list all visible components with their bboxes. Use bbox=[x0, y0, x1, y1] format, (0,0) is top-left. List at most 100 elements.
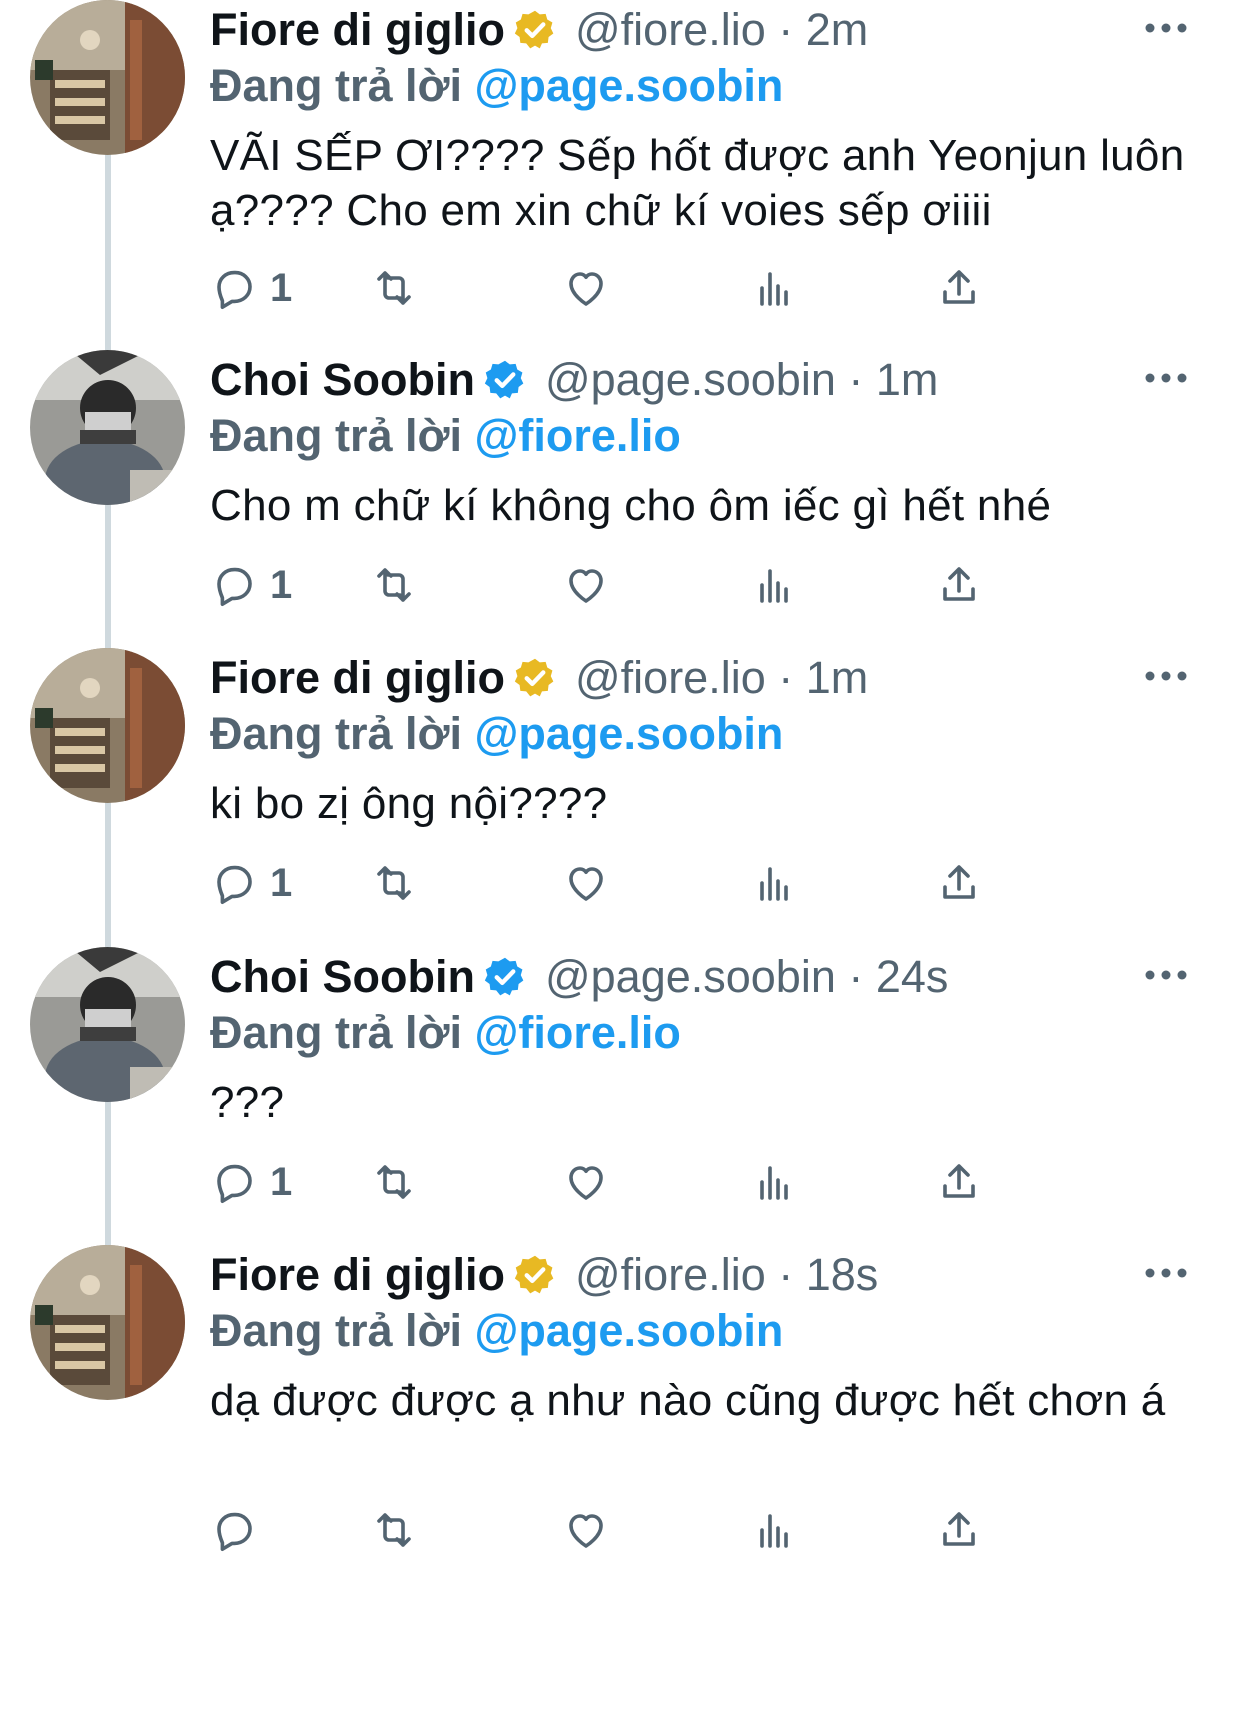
reply-button[interactable] bbox=[210, 1500, 270, 1560]
retweet-button[interactable] bbox=[370, 555, 418, 615]
more-dots-icon[interactable] bbox=[1142, 957, 1190, 993]
avatar-fiore[interactable] bbox=[30, 1245, 185, 1400]
dot-separator: · bbox=[835, 354, 876, 405]
like-button[interactable] bbox=[562, 1500, 610, 1560]
retweet-button[interactable] bbox=[370, 853, 418, 913]
display-name[interactable]: Fiore di giglio bbox=[210, 4, 505, 56]
timestamp[interactable]: 1m bbox=[876, 354, 939, 406]
avatar-soobin[interactable] bbox=[30, 350, 185, 505]
thread-line bbox=[105, 797, 111, 947]
retweet-button[interactable] bbox=[370, 258, 418, 318]
verified-blue-badge-icon bbox=[483, 358, 527, 402]
retweet-icon bbox=[377, 1513, 411, 1547]
replying-to: Đang trả lời @page.soobin bbox=[210, 60, 783, 116]
replying-to: Đang trả lời @page.soobin bbox=[210, 708, 783, 764]
retweet-icon bbox=[377, 866, 411, 900]
views-button[interactable] bbox=[750, 1500, 798, 1560]
display-name[interactable]: Choi Soobin bbox=[210, 354, 475, 406]
avatar-image bbox=[30, 1245, 185, 1400]
timestamp[interactable]: 1m bbox=[806, 652, 869, 704]
tweet-text: Cho m chữ kí không cho ôm iếc gì hết nhé bbox=[210, 481, 1052, 530]
handle[interactable]: @page.soobin bbox=[545, 951, 836, 1003]
bar-chart-icon bbox=[760, 1514, 788, 1548]
share-button[interactable] bbox=[935, 258, 983, 318]
avatar-image bbox=[30, 648, 185, 803]
tweet-text: ??? bbox=[210, 1078, 285, 1127]
heart-icon bbox=[569, 1514, 603, 1548]
views-button[interactable] bbox=[750, 853, 798, 913]
tweet-header: Choi Soobin @page.soobin · 24s bbox=[210, 949, 948, 1005]
handle[interactable]: @page.soobin bbox=[545, 354, 836, 406]
bar-chart-icon bbox=[760, 272, 788, 306]
display-name[interactable]: Fiore di giglio bbox=[210, 1249, 505, 1301]
share-icon bbox=[943, 1512, 975, 1546]
more-dots-icon[interactable] bbox=[1142, 10, 1190, 46]
more-dots-icon[interactable] bbox=[1142, 1255, 1190, 1291]
replying-to-label: Đang trả lời bbox=[210, 1305, 475, 1356]
speech-bubble-icon bbox=[217, 1512, 252, 1551]
timestamp[interactable]: 18s bbox=[806, 1249, 879, 1301]
retweet-button[interactable] bbox=[370, 1152, 418, 1212]
more-dots-icon[interactable] bbox=[1142, 658, 1190, 694]
like-button[interactable] bbox=[562, 555, 610, 615]
replying-to: Đang trả lời @fiore.lio bbox=[210, 1007, 681, 1063]
like-button[interactable] bbox=[562, 1152, 610, 1212]
reply-mention-link[interactable]: @fiore.lio bbox=[475, 1007, 681, 1058]
handle[interactable]: @fiore.lio bbox=[575, 1249, 766, 1301]
like-button[interactable] bbox=[562, 258, 610, 318]
speech-bubble-icon bbox=[217, 270, 252, 309]
action-bar: 1 bbox=[210, 555, 1110, 615]
views-button[interactable] bbox=[750, 258, 798, 318]
retweet-button[interactable] bbox=[370, 1500, 418, 1560]
reply-mention-link[interactable]: @page.soobin bbox=[475, 708, 784, 759]
handle[interactable]: @fiore.lio bbox=[575, 4, 766, 56]
views-button[interactable] bbox=[750, 1152, 798, 1212]
heart-icon bbox=[569, 1166, 603, 1200]
tweet-header: Fiore di giglio @fiore.lio · 18s bbox=[210, 1247, 878, 1303]
avatar-fiore[interactable] bbox=[30, 0, 185, 155]
more-dots-icon[interactable] bbox=[1142, 360, 1190, 396]
bar-chart-icon bbox=[760, 867, 788, 901]
thread-line bbox=[105, 500, 111, 650]
handle[interactable]: @fiore.lio bbox=[575, 652, 766, 704]
reply-button[interactable]: 1 bbox=[210, 555, 292, 615]
reply-count: 1 bbox=[270, 860, 293, 905]
timestamp[interactable]: 2m bbox=[806, 4, 869, 56]
share-button[interactable] bbox=[935, 555, 983, 615]
reply-button[interactable]: 1 bbox=[210, 853, 292, 913]
avatar-fiore[interactable] bbox=[30, 648, 185, 803]
share-button[interactable] bbox=[935, 853, 983, 913]
retweet-icon bbox=[377, 568, 411, 602]
display-name[interactable]: Choi Soobin bbox=[210, 951, 475, 1003]
reply-mention-link[interactable]: @fiore.lio bbox=[475, 410, 681, 461]
tweet-header: Fiore di giglio @fiore.lio · 2m bbox=[210, 2, 868, 58]
dot-separator: · bbox=[765, 1249, 806, 1300]
thread-line bbox=[105, 1095, 111, 1245]
speech-bubble-icon bbox=[217, 865, 252, 904]
reply-mention-link[interactable]: @page.soobin bbox=[475, 1305, 784, 1356]
share-button[interactable] bbox=[935, 1152, 983, 1212]
reply-count: 1 bbox=[270, 562, 293, 607]
heart-icon bbox=[569, 569, 603, 603]
bar-chart-icon bbox=[760, 569, 788, 603]
reply-button[interactable]: 1 bbox=[210, 258, 292, 318]
like-button[interactable] bbox=[562, 853, 610, 913]
thread-line bbox=[105, 150, 111, 350]
replying-to-label: Đang trả lời bbox=[210, 708, 475, 759]
avatar-soobin[interactable] bbox=[30, 947, 185, 1102]
verified-gold-badge-icon bbox=[513, 1253, 557, 1297]
action-bar: 1 bbox=[210, 1152, 1110, 1212]
reply-count: 1 bbox=[270, 265, 293, 310]
replying-to-label: Đang trả lời bbox=[210, 60, 475, 111]
reply-mention-link[interactable]: @page.soobin bbox=[475, 60, 784, 111]
reply-button[interactable]: 1 bbox=[210, 1152, 292, 1212]
display-name[interactable]: Fiore di giglio bbox=[210, 652, 505, 704]
tweet-text: dạ được được ạ như nào cũng được hết chơ… bbox=[210, 1376, 1166, 1425]
dot-separator: · bbox=[765, 4, 806, 55]
share-button[interactable] bbox=[935, 1500, 983, 1560]
timestamp[interactable]: 24s bbox=[876, 951, 949, 1003]
views-button[interactable] bbox=[750, 555, 798, 615]
replying-to: Đang trả lời @page.soobin bbox=[210, 1305, 783, 1361]
verified-gold-badge-icon bbox=[513, 8, 557, 52]
share-icon bbox=[943, 865, 975, 899]
